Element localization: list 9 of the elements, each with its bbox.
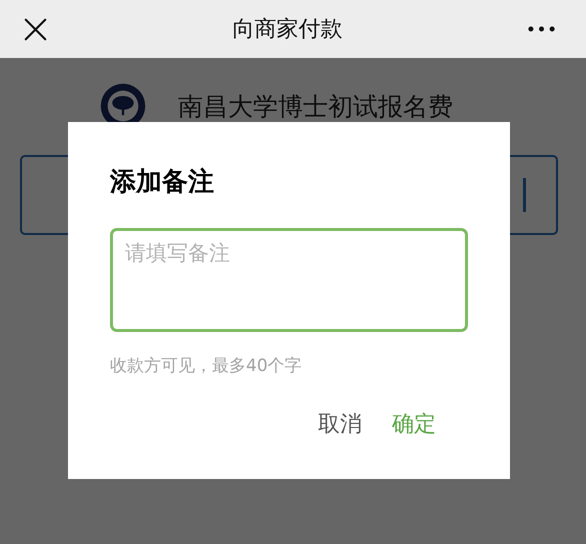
text-cursor	[523, 178, 526, 212]
hint-text: 收款方可见，最多40个字	[110, 355, 303, 377]
page-title: 向商家付款	[232, 16, 342, 44]
merchant-name: 南昌大学博士初试报名费	[178, 90, 453, 122]
more-icon[interactable]	[528, 26, 555, 32]
close-icon[interactable]	[24, 18, 47, 40]
note-field[interactable]: 请填写备注	[110, 228, 468, 332]
dialog-title: 添加备注	[110, 166, 215, 198]
cancel-button[interactable]: 取消	[318, 409, 362, 439]
